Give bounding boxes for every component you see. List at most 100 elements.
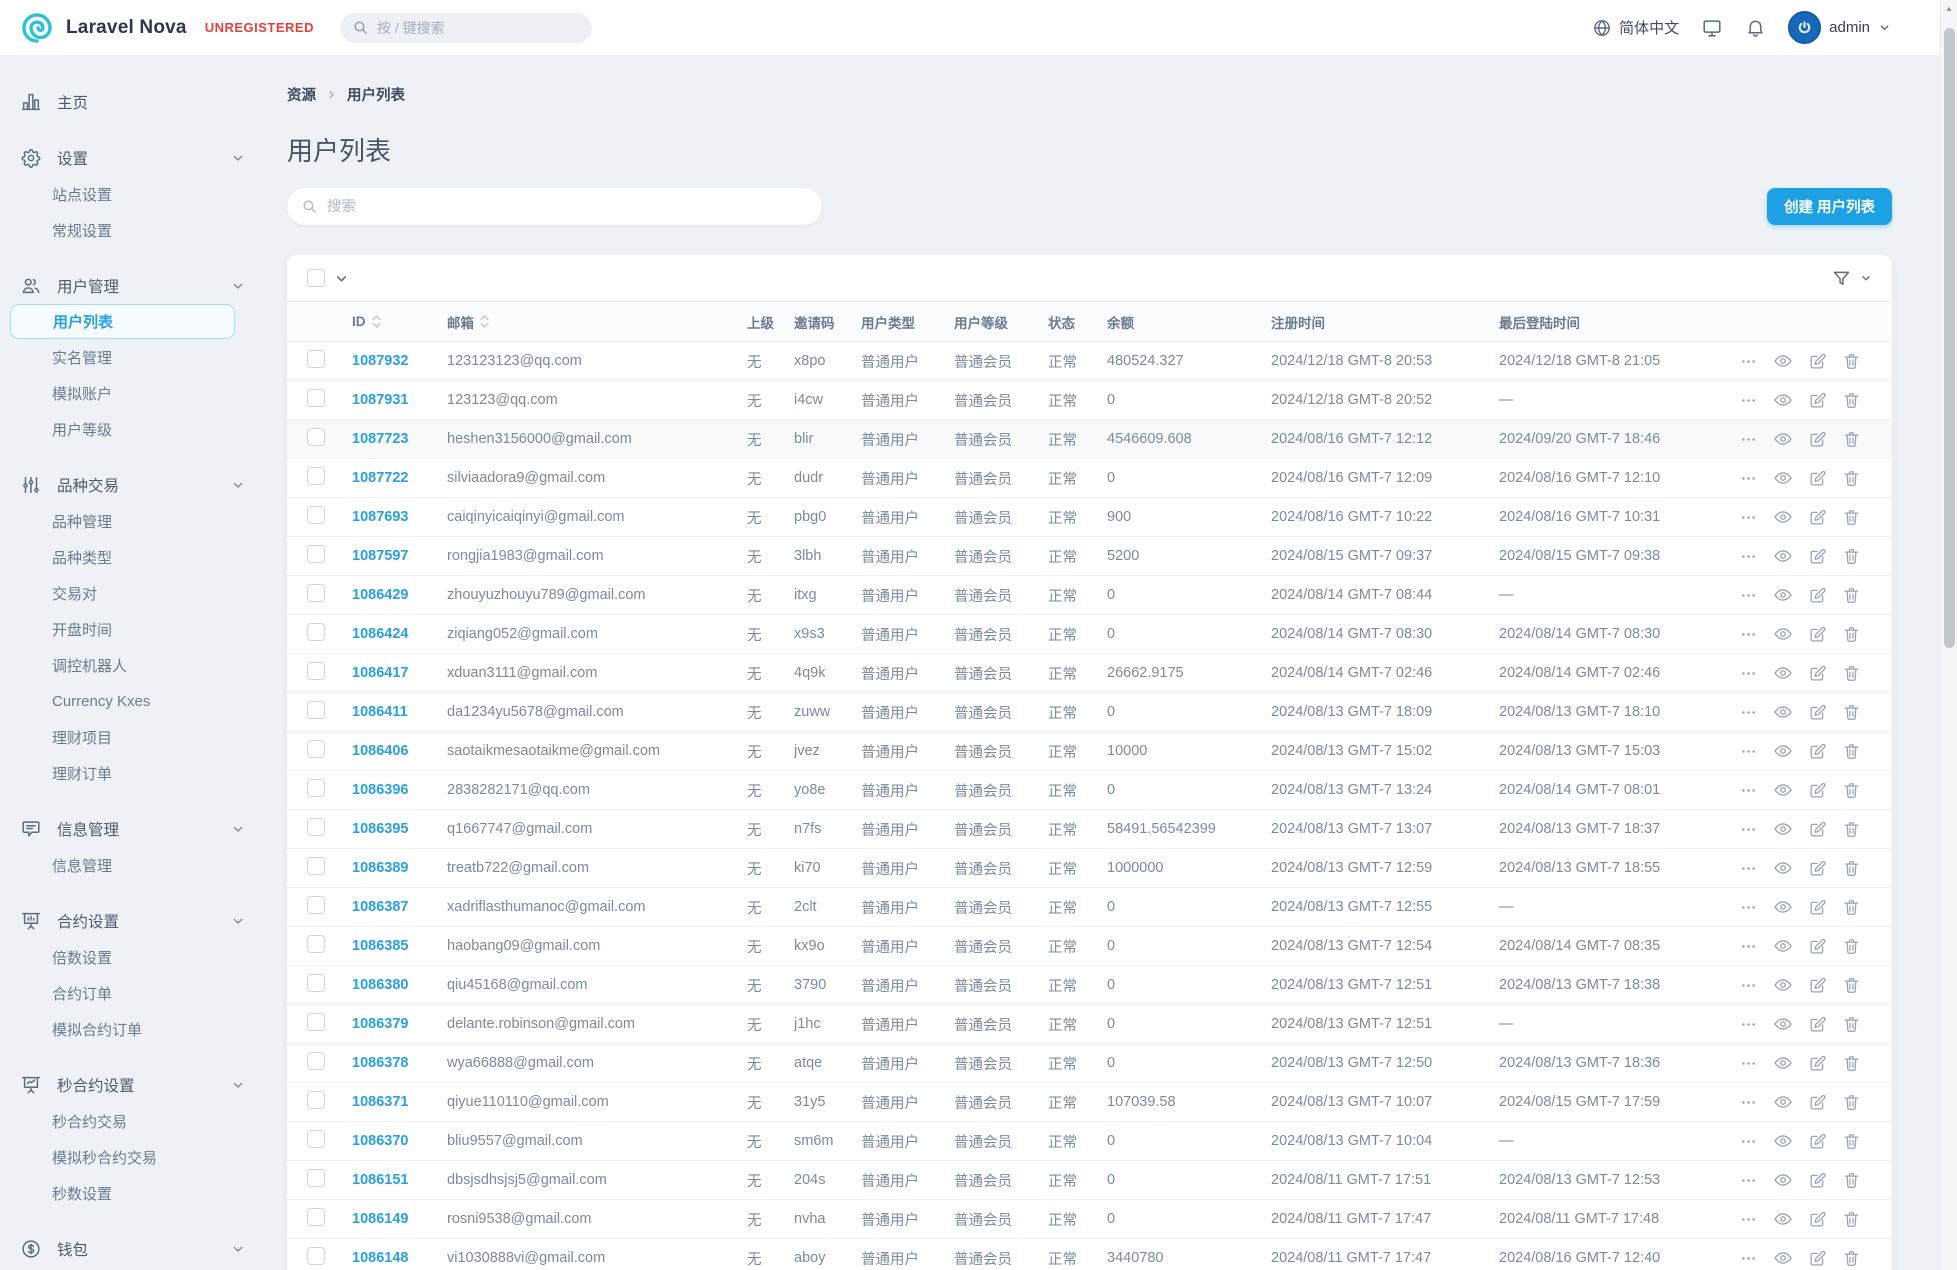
row-checkbox[interactable]	[307, 1013, 325, 1031]
row-checkbox[interactable]	[307, 935, 325, 953]
sidebar-item-用户管理[interactable]: 用户管理	[0, 268, 265, 304]
create-resource-button[interactable]: 创建 用户列表	[1766, 188, 1892, 225]
row-checkbox[interactable]	[307, 740, 325, 758]
view-button[interactable]	[1773, 819, 1793, 839]
row-checkbox[interactable]	[307, 974, 325, 992]
delete-button[interactable]	[1842, 1210, 1861, 1229]
view-button[interactable]	[1773, 702, 1793, 722]
sidebar-item-理财项目[interactable]: 理财项目	[0, 719, 265, 755]
user-menu[interactable]: admin	[1788, 11, 1891, 44]
row-id-link[interactable]: 1086396	[352, 782, 408, 798]
edit-button[interactable]	[1808, 1015, 1827, 1034]
notifications-bell-button[interactable]	[1745, 17, 1766, 38]
delete-button[interactable]	[1842, 1132, 1861, 1151]
row-id-link[interactable]: 1086378	[352, 1055, 408, 1071]
row-actions-menu-button[interactable]	[1739, 1210, 1758, 1229]
delete-button[interactable]	[1842, 937, 1861, 956]
sidebar-item-模拟账户[interactable]: 模拟账户	[0, 375, 265, 411]
view-button[interactable]	[1773, 780, 1793, 800]
delete-button[interactable]	[1842, 976, 1861, 995]
edit-button[interactable]	[1808, 625, 1827, 644]
row-actions-menu-button[interactable]	[1739, 469, 1758, 488]
delete-button[interactable]	[1842, 820, 1861, 839]
sidebar-item-钱包[interactable]: 钱包	[0, 1231, 265, 1267]
view-button[interactable]	[1773, 1131, 1793, 1151]
view-button[interactable]	[1773, 1092, 1793, 1112]
delete-button[interactable]	[1842, 1054, 1861, 1073]
delete-button[interactable]	[1842, 586, 1861, 605]
view-button[interactable]	[1773, 351, 1793, 371]
row-checkbox[interactable]	[307, 1208, 325, 1226]
edit-button[interactable]	[1808, 586, 1827, 605]
edit-button[interactable]	[1808, 703, 1827, 722]
view-button[interactable]	[1773, 897, 1793, 917]
edit-button[interactable]	[1808, 1249, 1827, 1268]
edit-button[interactable]	[1808, 781, 1827, 800]
edit-button[interactable]	[1808, 742, 1827, 761]
row-id-link[interactable]: 1087932	[352, 353, 408, 369]
row-checkbox[interactable]	[307, 1169, 325, 1187]
row-id-link[interactable]: 1086417	[352, 665, 408, 681]
sidebar-item-合约设置[interactable]: 合约设置	[0, 903, 265, 939]
edit-button[interactable]	[1808, 937, 1827, 956]
view-button[interactable]	[1773, 390, 1793, 410]
row-actions-menu-button[interactable]	[1739, 820, 1758, 839]
edit-button[interactable]	[1808, 1210, 1827, 1229]
row-checkbox[interactable]	[307, 350, 325, 368]
row-id-link[interactable]: 1086424	[352, 626, 408, 642]
view-button[interactable]	[1773, 1014, 1793, 1034]
row-checkbox[interactable]	[307, 1052, 325, 1070]
edit-button[interactable]	[1808, 820, 1827, 839]
view-button[interactable]	[1773, 936, 1793, 956]
row-actions-menu-button[interactable]	[1739, 1015, 1758, 1034]
column-header[interactable]: ID	[352, 301, 447, 342]
sidebar-item-模拟秒合约交易[interactable]: 模拟秒合约交易	[0, 1139, 265, 1175]
row-actions-menu-button[interactable]	[1739, 898, 1758, 917]
row-checkbox[interactable]	[307, 623, 325, 641]
view-button[interactable]	[1773, 468, 1793, 488]
sidebar-item-秒合约设置[interactable]: 秒合约设置	[0, 1067, 265, 1103]
sidebar-item-信息管理[interactable]: 信息管理	[0, 811, 265, 847]
view-button[interactable]	[1773, 1248, 1793, 1268]
sidebar-item-品种类型[interactable]: 品种类型	[0, 539, 265, 575]
row-actions-menu-button[interactable]	[1739, 937, 1758, 956]
delete-button[interactable]	[1842, 703, 1861, 722]
edit-button[interactable]	[1808, 430, 1827, 449]
resource-search-input[interactable]	[327, 198, 808, 215]
edit-button[interactable]	[1808, 547, 1827, 566]
view-button[interactable]	[1773, 1209, 1793, 1229]
row-id-link[interactable]: 1087722	[352, 470, 408, 486]
row-actions-menu-button[interactable]	[1739, 703, 1758, 722]
row-checkbox[interactable]	[307, 1247, 325, 1266]
sidebar-item-交易对[interactable]: 交易对	[0, 575, 265, 611]
page-scrollbar[interactable]: ▲	[1940, 0, 1957, 1270]
delete-button[interactable]	[1842, 547, 1861, 566]
edit-button[interactable]	[1808, 391, 1827, 410]
select-all-checkbox[interactable]	[307, 269, 325, 287]
edit-button[interactable]	[1808, 352, 1827, 371]
row-id-link[interactable]: 1087723	[352, 431, 408, 447]
edit-button[interactable]	[1808, 1054, 1827, 1073]
scrollbar-thumb[interactable]	[1944, 28, 1955, 648]
row-id-link[interactable]: 1086395	[352, 821, 408, 837]
edit-button[interactable]	[1808, 664, 1827, 683]
row-checkbox[interactable]	[307, 701, 325, 719]
view-button[interactable]	[1773, 741, 1793, 761]
row-id-link[interactable]: 1086429	[352, 587, 408, 603]
edit-button[interactable]	[1808, 469, 1827, 488]
row-id-link[interactable]: 1086149	[352, 1211, 408, 1227]
row-checkbox[interactable]	[307, 896, 325, 914]
edit-button[interactable]	[1808, 859, 1827, 878]
sidebar-item-站点设置[interactable]: 站点设置	[0, 176, 265, 212]
delete-button[interactable]	[1842, 508, 1861, 527]
row-checkbox[interactable]	[307, 662, 325, 680]
sidebar-item-用户列表[interactable]: 用户列表	[10, 304, 235, 339]
row-checkbox[interactable]	[307, 1091, 325, 1109]
sidebar-item-理财订单[interactable]: 理财订单	[0, 755, 265, 791]
delete-button[interactable]	[1842, 664, 1861, 683]
sidebar-item-品种管理[interactable]: 品种管理	[0, 503, 265, 539]
delete-button[interactable]	[1842, 625, 1861, 644]
delete-button[interactable]	[1842, 859, 1861, 878]
theme-display-button[interactable]	[1701, 17, 1723, 39]
row-id-link[interactable]: 1086406	[352, 743, 408, 759]
